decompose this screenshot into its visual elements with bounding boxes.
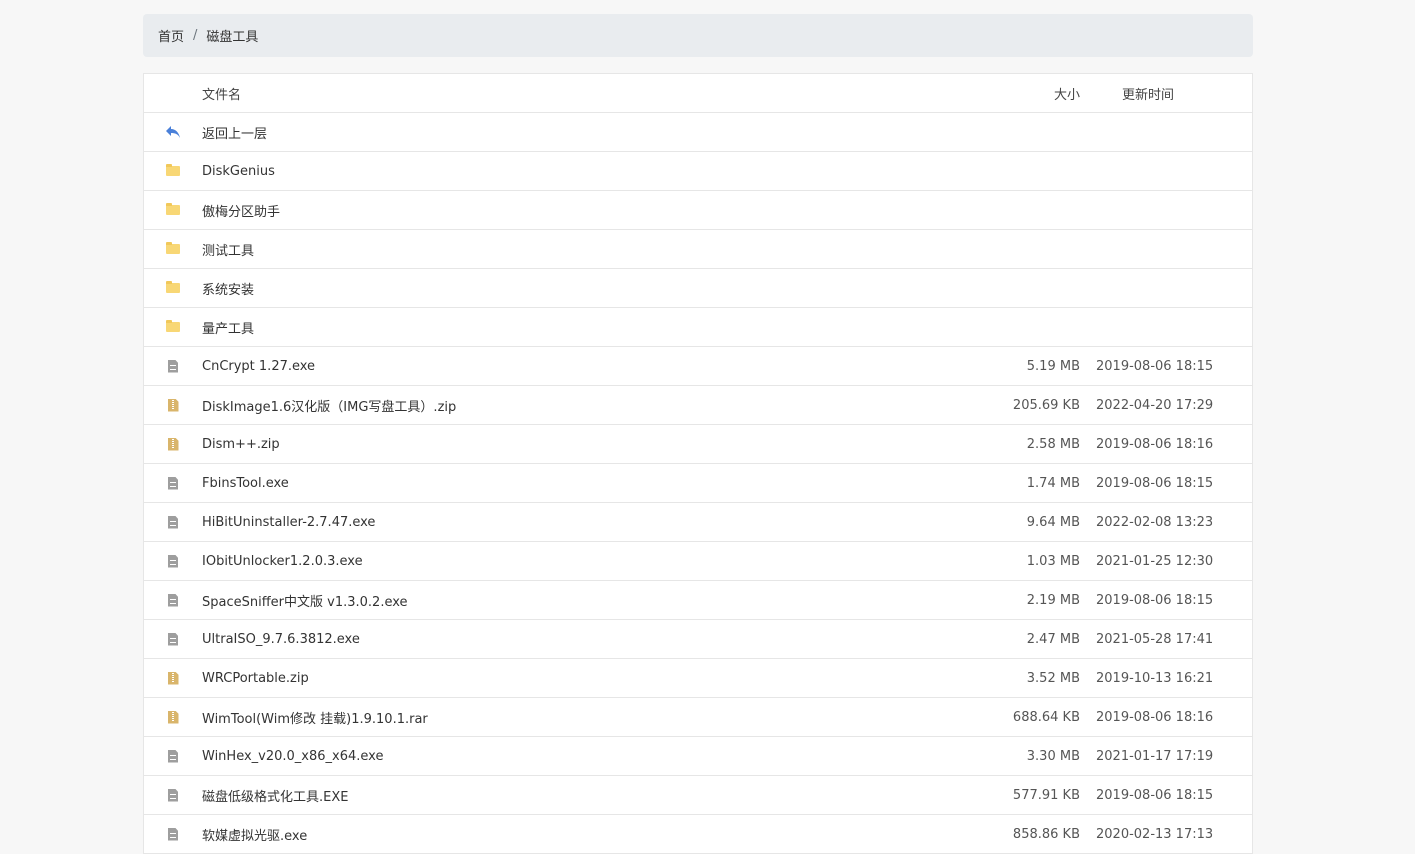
file-icon (168, 554, 178, 568)
folder-row[interactable]: 系统安装 (144, 269, 1252, 308)
file-size: 3.30 MB (1026, 748, 1080, 764)
file-size: 2.47 MB (1026, 631, 1080, 647)
file-list-table: 文件名 大小 更新时间 返回上一层 DiskGenius 傲梅分区助手 测试工具… (143, 73, 1253, 854)
file-icon (168, 749, 178, 763)
file-time: 2020-02-13 17:13 (1096, 826, 1214, 842)
back-arrow-icon (166, 126, 180, 138)
header-time: 更新时间 (1122, 87, 1175, 103)
file-name[interactable]: 磁盘低级格式化工具.EXE (202, 786, 956, 805)
file-size: 858.86 KB (1012, 826, 1080, 842)
folder-row[interactable]: 傲梅分区助手 (144, 191, 1252, 230)
file-icon (168, 632, 178, 646)
file-time: 2019-08-06 18:15 (1096, 475, 1214, 491)
archive-file-icon (167, 671, 179, 685)
file-size: 1.74 MB (1026, 475, 1080, 491)
file-name[interactable]: IObitUnlocker1.2.0.3.exe (202, 554, 956, 569)
file-size: 688.64 KB (1012, 709, 1080, 725)
file-name[interactable]: SpaceSniffer中文版 v1.3.0.2.exe (202, 591, 956, 610)
folder-name[interactable]: 量产工具 (202, 318, 956, 337)
file-time: 2019-08-06 18:16 (1096, 709, 1214, 725)
folder-icon (166, 242, 180, 254)
back-row[interactable]: 返回上一层 (144, 113, 1252, 152)
folder-name[interactable]: 系统安装 (202, 279, 956, 298)
file-time: 2019-08-06 18:15 (1096, 358, 1214, 374)
table-header: 文件名 大小 更新时间 (144, 74, 1252, 113)
file-row[interactable]: SpaceSniffer中文版 v1.3.0.2.exe 2.19 MB 2019-… (144, 581, 1252, 620)
archive-file-icon (167, 437, 179, 451)
file-row[interactable]: 磁盘低级格式化工具.EXE 577.91 KB 2019-08-06 18:15 (144, 776, 1252, 815)
file-size: 205.69 KB (1012, 397, 1080, 413)
archive-file-icon (167, 398, 179, 412)
file-size: 5.19 MB (1026, 358, 1080, 374)
file-size: 2.58 MB (1026, 436, 1080, 452)
folder-name[interactable]: 测试工具 (202, 240, 956, 259)
file-time: 2022-04-20 17:29 (1096, 397, 1214, 413)
file-icon (168, 515, 178, 529)
file-time: 2019-10-13 16:21 (1096, 670, 1214, 686)
file-name[interactable]: 软媒虚拟光驱.exe (202, 825, 956, 844)
file-time: 2019-08-06 18:15 (1096, 787, 1214, 803)
back-label[interactable]: 返回上一层 (202, 123, 956, 142)
file-row[interactable]: FbinsTool.exe 1.74 MB 2019-08-06 18:15 (144, 464, 1252, 503)
file-time: 2021-05-28 17:41 (1096, 631, 1214, 647)
file-size: 2.19 MB (1026, 592, 1080, 608)
file-time: 2019-08-06 18:16 (1096, 436, 1214, 452)
file-name[interactable]: Dism++.zip (202, 437, 956, 452)
file-time: 2021-01-25 12:30 (1096, 553, 1214, 569)
file-row[interactable]: DiskImage1.6汉化版（IMG写盘工具）.zip 205.69 KB 202… (144, 386, 1252, 425)
file-name[interactable]: UltraISO_9.7.6.3812.exe (202, 632, 956, 647)
file-icon (168, 788, 178, 802)
file-row[interactable]: IObitUnlocker1.2.0.3.exe 1.03 MB 2021-01-2… (144, 542, 1252, 581)
archive-file-icon (167, 710, 179, 724)
breadcrumb-current: 磁盘工具 (206, 30, 259, 45)
folder-name[interactable]: DiskGenius (202, 164, 956, 179)
header-name: 文件名 (202, 87, 242, 103)
file-row[interactable]: Dism++.zip 2.58 MB 2019-08-06 18:16 (144, 425, 1252, 464)
file-name[interactable]: FbinsTool.exe (202, 476, 956, 491)
file-time: 2019-08-06 18:15 (1096, 592, 1214, 608)
file-rows: CnCrypt 1.27.exe 5.19 MB 2019-08-06 18:15 D… (144, 347, 1252, 854)
file-name[interactable]: DiskImage1.6汉化版（IMG写盘工具）.zip (202, 396, 956, 415)
breadcrumb-separator: / (193, 28, 198, 43)
file-name[interactable]: WimTool(Wim修改 挂载)1.9.10.1.rar (202, 708, 956, 727)
file-row[interactable]: CnCrypt 1.27.exe 5.19 MB 2019-08-06 18:15 (144, 347, 1252, 386)
file-row[interactable]: 软媒虚拟光驱.exe 858.86 KB 2020-02-13 17:13 (144, 815, 1252, 854)
folder-row[interactable]: DiskGenius (144, 152, 1252, 191)
file-size: 577.91 KB (1012, 787, 1080, 803)
page-container: 首页 / 磁盘工具 文件名 大小 更新时间 返回上一层 DiskGenius 傲… (143, 14, 1253, 854)
file-size: 9.64 MB (1026, 514, 1080, 530)
folder-icon (166, 164, 180, 176)
file-row[interactable]: WimTool(Wim修改 挂载)1.9.10.1.rar 688.64 KB 20… (144, 698, 1252, 737)
folder-icon (166, 281, 180, 293)
file-icon (168, 476, 178, 490)
file-size: 3.52 MB (1026, 670, 1080, 686)
folder-icon (166, 203, 180, 215)
folder-row[interactable]: 量产工具 (144, 308, 1252, 347)
file-name[interactable]: WinHex_v20.0_x86_x64.exe (202, 749, 956, 764)
folder-row[interactable]: 测试工具 (144, 230, 1252, 269)
file-icon (168, 359, 178, 373)
file-icon (168, 593, 178, 607)
file-time: 2021-01-17 17:19 (1096, 748, 1214, 764)
file-row[interactable]: WRCPortable.zip 3.52 MB 2019-10-13 16:21 (144, 659, 1252, 698)
file-size: 1.03 MB (1026, 553, 1080, 569)
file-name[interactable]: CnCrypt 1.27.exe (202, 359, 956, 374)
breadcrumb-home-link[interactable]: 首页 (158, 26, 184, 45)
file-row[interactable]: UltraISO_9.7.6.3812.exe 2.47 MB 2021-05-28… (144, 620, 1252, 659)
file-name[interactable]: HiBitUninstaller-2.7.47.exe (202, 515, 956, 530)
file-name[interactable]: WRCPortable.zip (202, 671, 956, 686)
folder-icon (166, 320, 180, 332)
file-row[interactable]: HiBitUninstaller-2.7.47.exe 9.64 MB 2022-0… (144, 503, 1252, 542)
folder-name[interactable]: 傲梅分区助手 (202, 201, 956, 220)
file-time: 2022-02-08 13:23 (1096, 514, 1214, 530)
header-size: 大小 (1053, 87, 1080, 103)
file-row[interactable]: WinHex_v20.0_x86_x64.exe 3.30 MB 2021-01-1… (144, 737, 1252, 776)
file-icon (168, 827, 178, 841)
breadcrumb: 首页 / 磁盘工具 (143, 14, 1253, 57)
